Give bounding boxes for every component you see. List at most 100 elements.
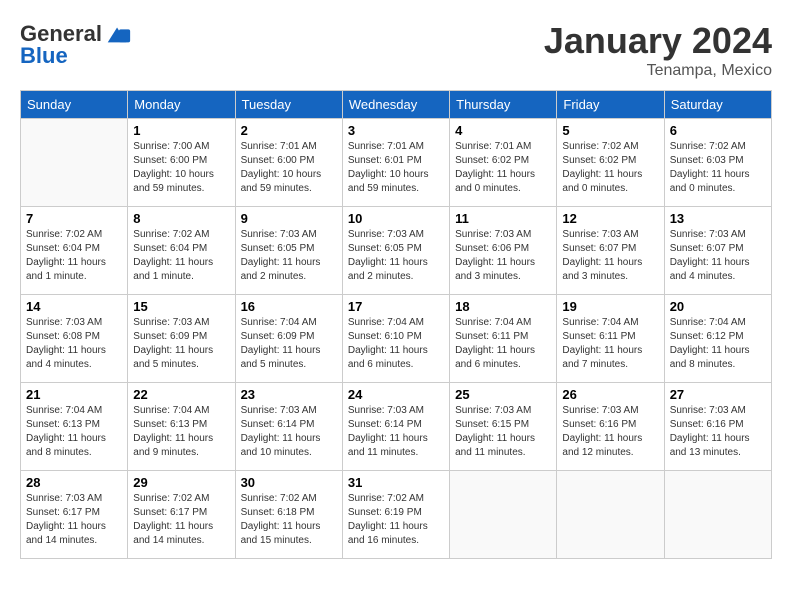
calendar-cell: 25Sunrise: 7:03 AM Sunset: 6:15 PM Dayli…	[450, 383, 557, 471]
logo-icon	[104, 20, 132, 48]
day-info: Sunrise: 7:01 AM Sunset: 6:01 PM Dayligh…	[348, 140, 444, 196]
calendar-cell: 7Sunrise: 7:02 AM Sunset: 6:04 PM Daylig…	[21, 207, 128, 295]
calendar-header-friday: Friday	[557, 91, 664, 119]
calendar-cell: 17Sunrise: 7:04 AM Sunset: 6:10 PM Dayli…	[342, 295, 449, 383]
day-info: Sunrise: 7:03 AM Sunset: 6:07 PM Dayligh…	[670, 228, 766, 284]
calendar-cell: 24Sunrise: 7:03 AM Sunset: 6:14 PM Dayli…	[342, 383, 449, 471]
day-info: Sunrise: 7:03 AM Sunset: 6:08 PM Dayligh…	[26, 316, 122, 372]
day-info: Sunrise: 7:03 AM Sunset: 6:05 PM Dayligh…	[241, 228, 337, 284]
day-info: Sunrise: 7:03 AM Sunset: 6:14 PM Dayligh…	[241, 404, 337, 460]
calendar-table: SundayMondayTuesdayWednesdayThursdayFrid…	[20, 90, 772, 559]
calendar-week-3: 14Sunrise: 7:03 AM Sunset: 6:08 PM Dayli…	[21, 295, 772, 383]
day-number: 23	[241, 387, 337, 402]
day-number: 31	[348, 475, 444, 490]
calendar-week-1: 1 Sunrise: 7:00 AM Sunset: 6:00 PM Daylig…	[21, 119, 772, 207]
day-info: Sunrise: 7:01 AM Sunset: 6:02 PM Dayligh…	[455, 140, 551, 196]
header: General Blue January 2024 Tenampa, Mexic…	[20, 20, 772, 80]
day-info: Sunrise: 7:02 AM Sunset: 6:02 PM Dayligh…	[562, 140, 658, 196]
day-number: 17	[348, 299, 444, 314]
day-info: Sunrise: 7:03 AM Sunset: 6:07 PM Dayligh…	[562, 228, 658, 284]
calendar-header-row: SundayMondayTuesdayWednesdayThursdayFrid…	[21, 91, 772, 119]
calendar-cell: 29 Sunrise: 7:02 AM Sunset: 6:17 PM Dayli…	[128, 471, 235, 559]
day-info: Sunrise: 7:01 AM Sunset: 6:00 PM Dayligh…	[241, 140, 337, 196]
calendar-week-4: 21 Sunrise: 7:04 AM Sunset: 6:13 PM Dayli…	[21, 383, 772, 471]
month-title: January 2024	[544, 20, 772, 62]
calendar-week-5: 28Sunrise: 7:03 AM Sunset: 6:17 PM Dayli…	[21, 471, 772, 559]
day-info: Sunrise: 7:04 AM Sunset: 6:11 PM Dayligh…	[562, 316, 658, 372]
day-number: 21	[26, 387, 122, 402]
calendar-cell	[450, 471, 557, 559]
day-number: 18	[455, 299, 551, 314]
calendar-cell: 28Sunrise: 7:03 AM Sunset: 6:17 PM Dayli…	[21, 471, 128, 559]
calendar-header-sunday: Sunday	[21, 91, 128, 119]
calendar-cell: 10 Sunrise: 7:03 AM Sunset: 6:05 PM Dayli…	[342, 207, 449, 295]
calendar-cell: 16 Sunrise: 7:04 AM Sunset: 6:09 PM Dayli…	[235, 295, 342, 383]
calendar-cell: 31 Sunrise: 7:02 AM Sunset: 6:19 PM Dayli…	[342, 471, 449, 559]
calendar-header-tuesday: Tuesday	[235, 91, 342, 119]
calendar-header-thursday: Thursday	[450, 91, 557, 119]
calendar-cell: 19 Sunrise: 7:04 AM Sunset: 6:11 PM Dayli…	[557, 295, 664, 383]
day-number: 15	[133, 299, 229, 314]
calendar-cell: 1 Sunrise: 7:00 AM Sunset: 6:00 PM Daylig…	[128, 119, 235, 207]
day-number: 9	[241, 211, 337, 226]
calendar-cell	[664, 471, 771, 559]
day-info: Sunrise: 7:02 AM Sunset: 6:17 PM Dayligh…	[133, 492, 229, 548]
calendar-cell: 6 Sunrise: 7:02 AM Sunset: 6:03 PM Daylig…	[664, 119, 771, 207]
calendar-body: 1 Sunrise: 7:00 AM Sunset: 6:00 PM Daylig…	[21, 119, 772, 559]
day-number: 5	[562, 123, 658, 138]
day-info: Sunrise: 7:04 AM Sunset: 6:09 PM Dayligh…	[241, 316, 337, 372]
calendar-header-wednesday: Wednesday	[342, 91, 449, 119]
calendar-cell: 9 Sunrise: 7:03 AM Sunset: 6:05 PM Daylig…	[235, 207, 342, 295]
day-number: 8	[133, 211, 229, 226]
day-number: 16	[241, 299, 337, 314]
day-number: 4	[455, 123, 551, 138]
calendar-cell: 14Sunrise: 7:03 AM Sunset: 6:08 PM Dayli…	[21, 295, 128, 383]
day-number: 19	[562, 299, 658, 314]
calendar-cell: 21 Sunrise: 7:04 AM Sunset: 6:13 PM Dayli…	[21, 383, 128, 471]
day-number: 26	[562, 387, 658, 402]
day-info: Sunrise: 7:03 AM Sunset: 6:06 PM Dayligh…	[455, 228, 551, 284]
location-title: Tenampa, Mexico	[544, 62, 772, 80]
calendar-cell: 13 Sunrise: 7:03 AM Sunset: 6:07 PM Dayli…	[664, 207, 771, 295]
day-info: Sunrise: 7:02 AM Sunset: 6:18 PM Dayligh…	[241, 492, 337, 548]
day-number: 6	[670, 123, 766, 138]
calendar-cell: 22Sunrise: 7:04 AM Sunset: 6:13 PM Dayli…	[128, 383, 235, 471]
day-info: Sunrise: 7:03 AM Sunset: 6:16 PM Dayligh…	[562, 404, 658, 460]
day-number: 1	[133, 123, 229, 138]
calendar-cell: 2Sunrise: 7:01 AM Sunset: 6:00 PM Daylig…	[235, 119, 342, 207]
calendar-cell: 30 Sunrise: 7:02 AM Sunset: 6:18 PM Dayli…	[235, 471, 342, 559]
calendar-cell: 15 Sunrise: 7:03 AM Sunset: 6:09 PM Dayli…	[128, 295, 235, 383]
calendar-cell: 18 Sunrise: 7:04 AM Sunset: 6:11 PM Dayli…	[450, 295, 557, 383]
day-info: Sunrise: 7:04 AM Sunset: 6:12 PM Dayligh…	[670, 316, 766, 372]
day-info: Sunrise: 7:02 AM Sunset: 6:19 PM Dayligh…	[348, 492, 444, 548]
day-info: Sunrise: 7:02 AM Sunset: 6:04 PM Dayligh…	[133, 228, 229, 284]
day-number: 11	[455, 211, 551, 226]
calendar-cell	[557, 471, 664, 559]
day-info: Sunrise: 7:03 AM Sunset: 6:09 PM Dayligh…	[133, 316, 229, 372]
calendar-cell: 4 Sunrise: 7:01 AM Sunset: 6:02 PM Daylig…	[450, 119, 557, 207]
day-info: Sunrise: 7:00 AM Sunset: 6:00 PM Dayligh…	[133, 140, 229, 196]
day-number: 25	[455, 387, 551, 402]
calendar-cell: 27Sunrise: 7:03 AM Sunset: 6:16 PM Dayli…	[664, 383, 771, 471]
title-area: January 2024 Tenampa, Mexico	[544, 20, 772, 80]
day-info: Sunrise: 7:04 AM Sunset: 6:13 PM Dayligh…	[26, 404, 122, 460]
calendar-cell: 12 Sunrise: 7:03 AM Sunset: 6:07 PM Dayli…	[557, 207, 664, 295]
day-number: 30	[241, 475, 337, 490]
day-number: 10	[348, 211, 444, 226]
day-info: Sunrise: 7:04 AM Sunset: 6:11 PM Dayligh…	[455, 316, 551, 372]
calendar-cell: 20Sunrise: 7:04 AM Sunset: 6:12 PM Dayli…	[664, 295, 771, 383]
calendar-week-2: 7Sunrise: 7:02 AM Sunset: 6:04 PM Daylig…	[21, 207, 772, 295]
day-info: Sunrise: 7:03 AM Sunset: 6:05 PM Dayligh…	[348, 228, 444, 284]
calendar-cell: 23 Sunrise: 7:03 AM Sunset: 6:14 PM Dayli…	[235, 383, 342, 471]
day-number: 29	[133, 475, 229, 490]
calendar-cell: 5 Sunrise: 7:02 AM Sunset: 6:02 PM Daylig…	[557, 119, 664, 207]
day-number: 13	[670, 211, 766, 226]
calendar-cell	[21, 119, 128, 207]
day-info: Sunrise: 7:03 AM Sunset: 6:16 PM Dayligh…	[670, 404, 766, 460]
day-info: Sunrise: 7:02 AM Sunset: 6:03 PM Dayligh…	[670, 140, 766, 196]
calendar-header-monday: Monday	[128, 91, 235, 119]
day-info: Sunrise: 7:03 AM Sunset: 6:17 PM Dayligh…	[26, 492, 122, 548]
calendar-cell: 11 Sunrise: 7:03 AM Sunset: 6:06 PM Dayli…	[450, 207, 557, 295]
day-number: 22	[133, 387, 229, 402]
day-number: 12	[562, 211, 658, 226]
